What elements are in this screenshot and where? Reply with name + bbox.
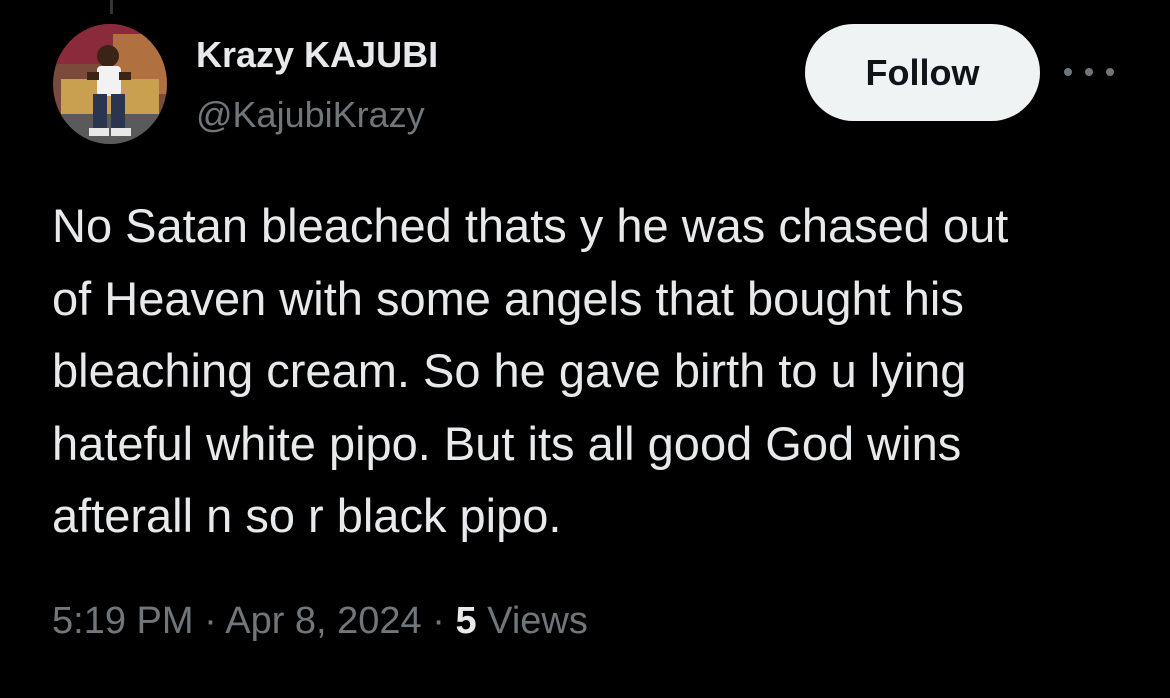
views-count[interactable]: 5 (455, 600, 476, 642)
tweet-metadata: 5:19 PM · Apr 8, 2024 · 5 Views (52, 600, 588, 643)
tweet-time[interactable]: 5:19 PM (52, 600, 194, 642)
more-horizontal-icon-dot (1085, 68, 1093, 76)
display-name[interactable]: Krazy KAJUBI (196, 34, 438, 76)
follow-button[interactable]: Follow (805, 24, 1040, 121)
thread-connector-line (110, 0, 113, 14)
profile-photo-icon (53, 24, 167, 144)
more-options-button[interactable] (1064, 62, 1114, 82)
tweet-text: No Satan bleached thats y he was chased … (52, 199, 1009, 542)
avatar[interactable] (53, 24, 167, 144)
tweet-date[interactable]: Apr 8, 2024 (225, 600, 421, 642)
meta-separator: · (421, 600, 456, 642)
more-horizontal-icon-dot (1106, 68, 1114, 76)
more-horizontal-icon (1064, 68, 1072, 76)
meta-separator: · (193, 600, 226, 642)
user-handle[interactable]: @KajubiKrazy (196, 94, 425, 136)
views-label[interactable]: Views (477, 600, 588, 642)
